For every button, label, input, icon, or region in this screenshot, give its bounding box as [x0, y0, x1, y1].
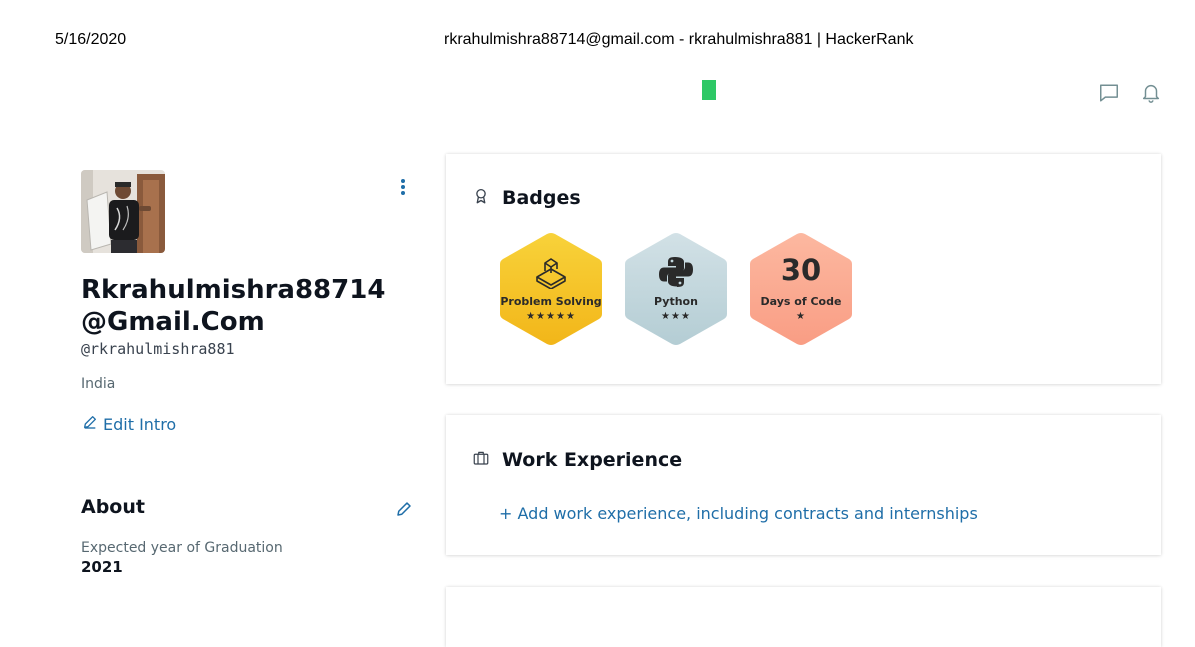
badge-name: Python [654, 295, 698, 308]
badges-header: Badges [472, 187, 581, 209]
badge-stars: ★★★★★ [526, 311, 576, 322]
briefcase-icon [472, 449, 490, 471]
next-section-card [446, 587, 1161, 647]
badge-problem-solving[interactable]: Problem Solving ★★★★★ [498, 231, 604, 347]
hackerrank-logo[interactable] [702, 80, 716, 100]
cube-puzzle-icon [533, 255, 569, 290]
profile-name: Rkrahulmishra88714@Gmail.Com [81, 275, 386, 337]
badge-stars: ★ [796, 311, 806, 322]
about-heading: About [81, 496, 145, 518]
print-page-title: rkrahulmishra88714@gmail.com - rkrahulmi… [444, 31, 914, 48]
badge-name: Problem Solving [500, 295, 602, 308]
pencil-icon [82, 414, 98, 434]
edit-intro-label: Edit Intro [103, 414, 177, 434]
chat-icon[interactable] [1098, 82, 1120, 104]
graduation-year: 2021 [81, 558, 123, 576]
badges-title: Badges [502, 187, 581, 209]
notification-bell-icon[interactable] [1140, 82, 1162, 104]
badges-card: Badges Problem Solving ★★★★★ Python ★★★ … [446, 154, 1161, 384]
award-ribbon-icon [472, 187, 490, 209]
graduation-label: Expected year of Graduation [81, 540, 283, 556]
more-options-icon[interactable] [396, 178, 410, 198]
edit-intro-link[interactable]: Edit Intro [82, 414, 176, 434]
badge-stars: ★★★ [661, 311, 691, 322]
print-date: 5/16/2020 [55, 31, 127, 48]
work-experience-header: Work Experience [472, 449, 682, 471]
badge-number: 30 [780, 253, 822, 287]
badge-python[interactable]: Python ★★★ [623, 231, 729, 347]
add-work-experience-link[interactable]: + Add work experience, including contrac… [499, 504, 978, 523]
work-experience-card: Work Experience + Add work experience, i… [446, 415, 1161, 555]
badge-name: Days of Code [760, 295, 842, 308]
profile-country: India [81, 376, 116, 392]
edit-about-pencil-icon[interactable] [395, 500, 413, 518]
avatar[interactable] [81, 170, 165, 253]
python-icon [658, 255, 694, 289]
badge-days-of-code[interactable]: 30 Days of Code ★ [748, 231, 854, 347]
work-experience-title: Work Experience [502, 449, 683, 471]
profile-handle: @rkrahulmishra881 [81, 340, 235, 358]
